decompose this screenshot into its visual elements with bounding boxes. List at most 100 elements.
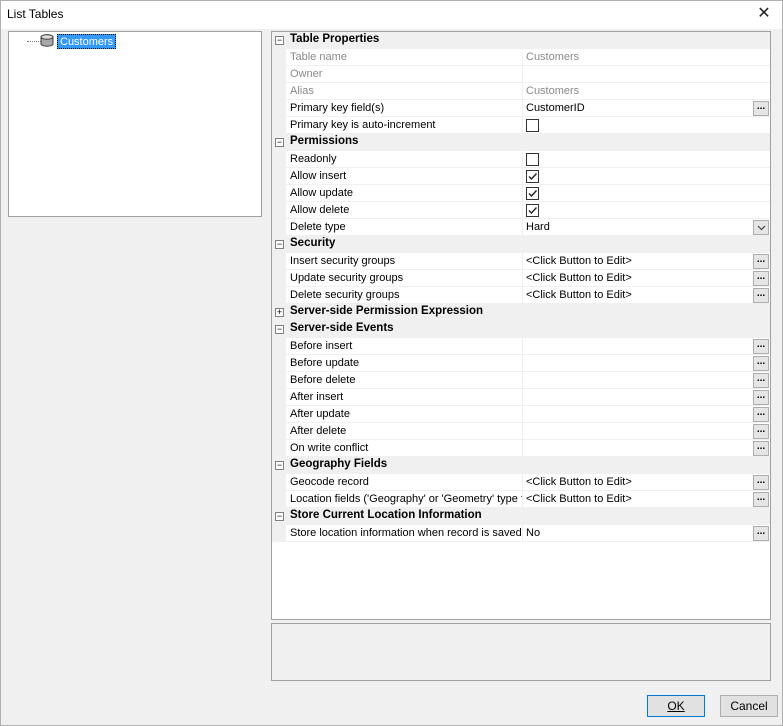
- property-row[interactable]: After delete...: [272, 423, 770, 440]
- property-row[interactable]: On write conflict...: [272, 440, 770, 457]
- ellipsis-button[interactable]: ...: [753, 475, 769, 490]
- collapse-icon[interactable]: −: [275, 36, 284, 45]
- property-row[interactable]: Before insert...: [272, 338, 770, 355]
- expand-icon[interactable]: +: [275, 308, 284, 317]
- ellipsis-button[interactable]: ...: [753, 339, 769, 354]
- column-divider[interactable]: [522, 49, 523, 66]
- column-divider[interactable]: [522, 117, 523, 134]
- property-row[interactable]: Primary key is auto-increment: [272, 117, 770, 134]
- category-row[interactable]: + Server-side Permission Expression: [272, 304, 770, 321]
- ellipsis-button[interactable]: ...: [753, 492, 769, 507]
- property-row[interactable]: Owner: [272, 66, 770, 83]
- ellipsis-button[interactable]: ...: [753, 101, 769, 116]
- column-divider[interactable]: [522, 355, 523, 372]
- column-divider[interactable]: [522, 219, 523, 236]
- collapse-icon[interactable]: −: [275, 325, 284, 334]
- description-panel: [271, 623, 771, 681]
- cancel-button[interactable]: Cancel: [720, 695, 778, 717]
- category-row[interactable]: − Geography Fields: [272, 457, 770, 474]
- category-row[interactable]: − Store Current Location Information: [272, 508, 770, 525]
- column-divider[interactable]: [522, 185, 523, 202]
- column-divider[interactable]: [522, 253, 523, 270]
- property-checkbox[interactable]: [526, 119, 539, 132]
- category-row[interactable]: − Permissions: [272, 134, 770, 151]
- collapse-icon[interactable]: −: [275, 240, 284, 249]
- ellipsis-button[interactable]: ...: [753, 407, 769, 422]
- property-checkbox[interactable]: [526, 204, 539, 217]
- property-row[interactable]: Allow delete: [272, 202, 770, 219]
- property-checkbox[interactable]: [526, 187, 539, 200]
- ok-button[interactable]: OK: [647, 695, 705, 717]
- category-row[interactable]: − Table Properties: [272, 32, 770, 49]
- ellipsis-button[interactable]: ...: [753, 424, 769, 439]
- column-divider[interactable]: [522, 270, 523, 287]
- ellipsis-button[interactable]: ...: [753, 271, 769, 286]
- property-row[interactable]: Delete type Hard: [272, 219, 770, 236]
- property-row[interactable]: After insert...: [272, 389, 770, 406]
- column-divider[interactable]: [522, 66, 523, 83]
- category-row[interactable]: − Security: [272, 236, 770, 253]
- property-value[interactable]: CustomerID: [526, 102, 754, 114]
- property-value[interactable]: No: [526, 527, 754, 539]
- column-divider[interactable]: [522, 406, 523, 423]
- property-row[interactable]: Readonly: [272, 151, 770, 168]
- column-divider[interactable]: [522, 440, 523, 457]
- column-divider[interactable]: [522, 100, 523, 117]
- property-value[interactable]: <Click Button to Edit>: [526, 493, 754, 505]
- property-name: Delete type: [290, 221, 346, 233]
- property-value[interactable]: Hard: [526, 221, 754, 233]
- ellipsis-button[interactable]: ...: [753, 288, 769, 303]
- property-row[interactable]: After update...: [272, 406, 770, 423]
- property-value[interactable]: <Click Button to Edit>: [526, 272, 754, 284]
- row-gutter: [272, 185, 286, 202]
- column-divider[interactable]: [522, 287, 523, 304]
- dropdown-button[interactable]: [753, 220, 769, 235]
- property-row[interactable]: Allow insert: [272, 168, 770, 185]
- property-row[interactable]: Update security groups <Click Button to E…: [272, 270, 770, 287]
- collapse-icon[interactable]: −: [275, 461, 284, 470]
- column-divider[interactable]: [522, 525, 523, 542]
- property-row[interactable]: Before update...: [272, 355, 770, 372]
- property-value[interactable]: <Click Button to Edit>: [526, 255, 754, 267]
- property-row[interactable]: Insert security groups <Click Button to E…: [272, 253, 770, 270]
- column-divider[interactable]: [522, 423, 523, 440]
- collapse-icon[interactable]: −: [275, 138, 284, 147]
- property-value[interactable]: Customers: [526, 51, 754, 63]
- column-divider[interactable]: [522, 83, 523, 100]
- property-name: After insert: [290, 391, 344, 403]
- column-divider[interactable]: [522, 372, 523, 389]
- property-row[interactable]: Location fields ('Geography' or 'Geometr…: [272, 491, 770, 508]
- collapse-icon[interactable]: −: [275, 512, 284, 521]
- property-checkbox[interactable]: [526, 153, 539, 166]
- ellipsis-button[interactable]: ...: [753, 526, 769, 541]
- property-row[interactable]: Geocode record <Click Button to Edit>...: [272, 474, 770, 491]
- ellipsis-button[interactable]: ...: [753, 373, 769, 388]
- ellipsis-button[interactable]: ...: [753, 390, 769, 405]
- ellipsis-button[interactable]: ...: [753, 356, 769, 371]
- property-row[interactable]: Store location information when record i…: [272, 525, 770, 542]
- column-divider[interactable]: [522, 474, 523, 491]
- property-name: Geocode record: [290, 476, 369, 488]
- property-value[interactable]: <Click Button to Edit>: [526, 476, 754, 488]
- property-row[interactable]: Primary key field(s) CustomerID...: [272, 100, 770, 117]
- property-value[interactable]: Customers: [526, 85, 754, 97]
- property-row[interactable]: Allow update: [272, 185, 770, 202]
- column-divider[interactable]: [522, 202, 523, 219]
- column-divider[interactable]: [522, 168, 523, 185]
- column-divider[interactable]: [522, 151, 523, 168]
- property-value[interactable]: <Click Button to Edit>: [526, 289, 754, 301]
- row-gutter: [272, 355, 286, 372]
- column-divider[interactable]: [522, 491, 523, 508]
- property-checkbox[interactable]: [526, 170, 539, 183]
- close-icon[interactable]: ✕: [754, 5, 774, 25]
- property-row[interactable]: Alias Customers: [272, 83, 770, 100]
- property-row[interactable]: Table name Customers: [272, 49, 770, 66]
- ellipsis-button[interactable]: ...: [753, 254, 769, 269]
- property-row[interactable]: Before delete...: [272, 372, 770, 389]
- column-divider[interactable]: [522, 389, 523, 406]
- category-row[interactable]: − Server-side Events: [272, 321, 770, 338]
- property-row[interactable]: Delete security groups <Click Button to E…: [272, 287, 770, 304]
- ellipsis-button[interactable]: ...: [753, 441, 769, 456]
- tree-node-customers[interactable]: Customers: [57, 34, 117, 49]
- column-divider[interactable]: [522, 338, 523, 355]
